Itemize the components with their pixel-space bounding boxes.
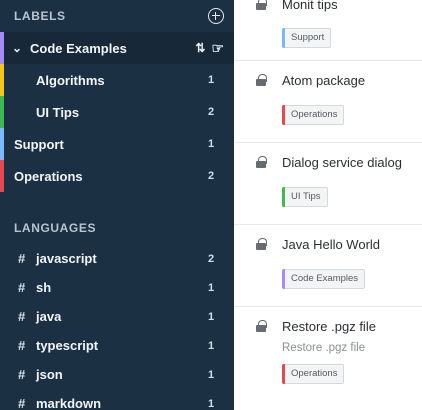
- tag-color-bar: [282, 363, 285, 384]
- sidebar-item-label: Support: [14, 136, 64, 152]
- snippet-card-monit-tips[interactable]: Monit tips Support: [234, 0, 422, 61]
- item-count: 1: [208, 339, 215, 352]
- hash-icon: #: [18, 396, 26, 410]
- sidebar-item-label: UI Tips: [36, 104, 80, 120]
- sidebar-item-label: json: [36, 367, 63, 382]
- snippet-tag[interactable]: Support: [282, 27, 332, 48]
- sidebar-item-code-examples[interactable]: ⌄ Code Examples ⇅ ☞: [0, 32, 234, 64]
- lock-icon: [256, 238, 267, 250]
- snippet-header: Monit tips: [256, 0, 422, 14]
- lock-icon: [256, 74, 267, 86]
- item-count: 1: [208, 397, 215, 410]
- sidebar-item-algorithms[interactable]: Algorithms 1: [0, 64, 234, 96]
- sidebar-item-ui-tips[interactable]: UI Tips 2: [0, 96, 234, 128]
- tag-label: Operations: [291, 109, 338, 120]
- snippet-title: Dialog service dialog: [282, 154, 402, 170]
- sidebar-item-markdown[interactable]: # markdown 1: [0, 389, 234, 410]
- sidebar-item-sh[interactable]: # sh 1: [0, 273, 234, 302]
- tag-label: UI Tips: [291, 191, 321, 202]
- snippet-tags: UI Tips: [256, 186, 422, 207]
- lock-icon: [256, 320, 267, 332]
- label-color-bar: [0, 64, 4, 96]
- snippet-tag[interactable]: Operations: [282, 363, 345, 384]
- hash-icon: #: [18, 280, 26, 295]
- sidebar-item-typescript[interactable]: # typescript 1: [0, 331, 234, 360]
- item-count: 2: [208, 252, 215, 265]
- snippet-tags: Support: [256, 27, 422, 48]
- item-count: 1: [208, 281, 215, 294]
- sidebar-item-label: typescript: [36, 338, 99, 353]
- snippet-tags: Operations: [256, 104, 422, 125]
- hash-icon: #: [18, 338, 26, 353]
- item-count: 1: [208, 368, 215, 381]
- sidebar-item-label: javascript: [36, 251, 97, 266]
- item-count: 1: [208, 74, 215, 86]
- hash-icon: #: [18, 367, 26, 382]
- tag-color-bar: [282, 104, 285, 125]
- chevron-down-icon[interactable]: ⌄: [12, 41, 24, 55]
- plus-circle-icon[interactable]: [208, 8, 224, 24]
- tag-label: Operations: [291, 368, 338, 379]
- item-count: 2: [208, 170, 215, 182]
- item-count: 1: [208, 310, 215, 323]
- hash-icon: #: [18, 251, 26, 266]
- tag-color-bar: [282, 27, 285, 48]
- snippet-title: Restore .pgz file: [282, 318, 376, 334]
- labels-title: LABELS: [14, 9, 66, 23]
- sidebar-item-label: Algorithms: [36, 72, 105, 88]
- item-count: 2: [208, 106, 215, 118]
- sidebar-item-java[interactable]: # java 1: [0, 302, 234, 331]
- tag-color-bar: [282, 268, 285, 289]
- lock-icon: [256, 0, 267, 10]
- sidebar-item-label: Operations: [14, 168, 83, 184]
- languages-header: LANGUAGES: [0, 212, 234, 244]
- snippet-card-dialog-service-dialog[interactable]: Dialog service dialog UI Tips: [234, 143, 422, 225]
- label-color-bar: [0, 32, 4, 64]
- snippet-header: Atom package: [256, 70, 422, 90]
- snippet-tag[interactable]: Code Examples: [282, 268, 366, 289]
- snippet-tag[interactable]: UI Tips: [282, 186, 328, 207]
- sidebar-item-json[interactable]: # json 1: [0, 360, 234, 389]
- hash-icon: #: [18, 309, 26, 324]
- snippet-list: Monit tips Support Atom package Operatio…: [234, 0, 422, 410]
- tag-color-bar: [282, 186, 285, 207]
- sidebar-item-operations[interactable]: Operations 2: [0, 160, 234, 192]
- label-color-bar: [0, 128, 4, 160]
- snippet-header: Java Hello World: [256, 234, 422, 254]
- snippet-tags: Operations: [256, 363, 422, 384]
- snippet-tags: Code Examples: [256, 268, 422, 289]
- hand-pointer-icon: ☞: [211, 39, 224, 56]
- snippet-card-java-hello-world[interactable]: Java Hello World Code Examples: [234, 225, 422, 307]
- tag-label: Support: [291, 32, 325, 43]
- sidebar-item-label: markdown: [36, 396, 102, 410]
- snippet-description: Restore .pgz file: [282, 342, 366, 354]
- labels-header: LABELS: [0, 0, 234, 32]
- snippet-title: Java Hello World: [282, 236, 381, 252]
- sidebar: LABELS ⌄ Code Examples ⇅ ☞ Algorithms 1 …: [0, 0, 234, 410]
- label-color-bar: [0, 96, 4, 128]
- label-color-bar: [0, 160, 4, 192]
- sidebar-item-support[interactable]: Support 1: [0, 128, 234, 160]
- sidebar-item-javascript[interactable]: # javascript 2: [0, 244, 234, 273]
- snippet-card-restore-pgz-file[interactable]: Restore .pgz file Restore .pgz file Oper…: [234, 307, 422, 404]
- snippet-tag[interactable]: Operations: [282, 104, 345, 125]
- sidebar-item-label: java: [36, 309, 62, 324]
- sidebar-item-label: Code Examples: [30, 40, 127, 56]
- sort-icon[interactable]: ⇅: [195, 41, 205, 55]
- item-count: 1: [208, 138, 215, 150]
- snippet-header: Dialog service dialog: [256, 152, 422, 172]
- snippet-card-atom-package[interactable]: Atom package Operations: [234, 61, 422, 143]
- snippet-title: Atom package: [282, 72, 366, 88]
- snippet-header: Restore .pgz file: [256, 316, 422, 336]
- snippet-title: Monit tips: [282, 0, 338, 12]
- sidebar-item-label: sh: [36, 280, 52, 295]
- languages-title: LANGUAGES: [14, 221, 97, 235]
- tag-label: Code Examples: [291, 273, 359, 284]
- lock-icon: [256, 156, 267, 168]
